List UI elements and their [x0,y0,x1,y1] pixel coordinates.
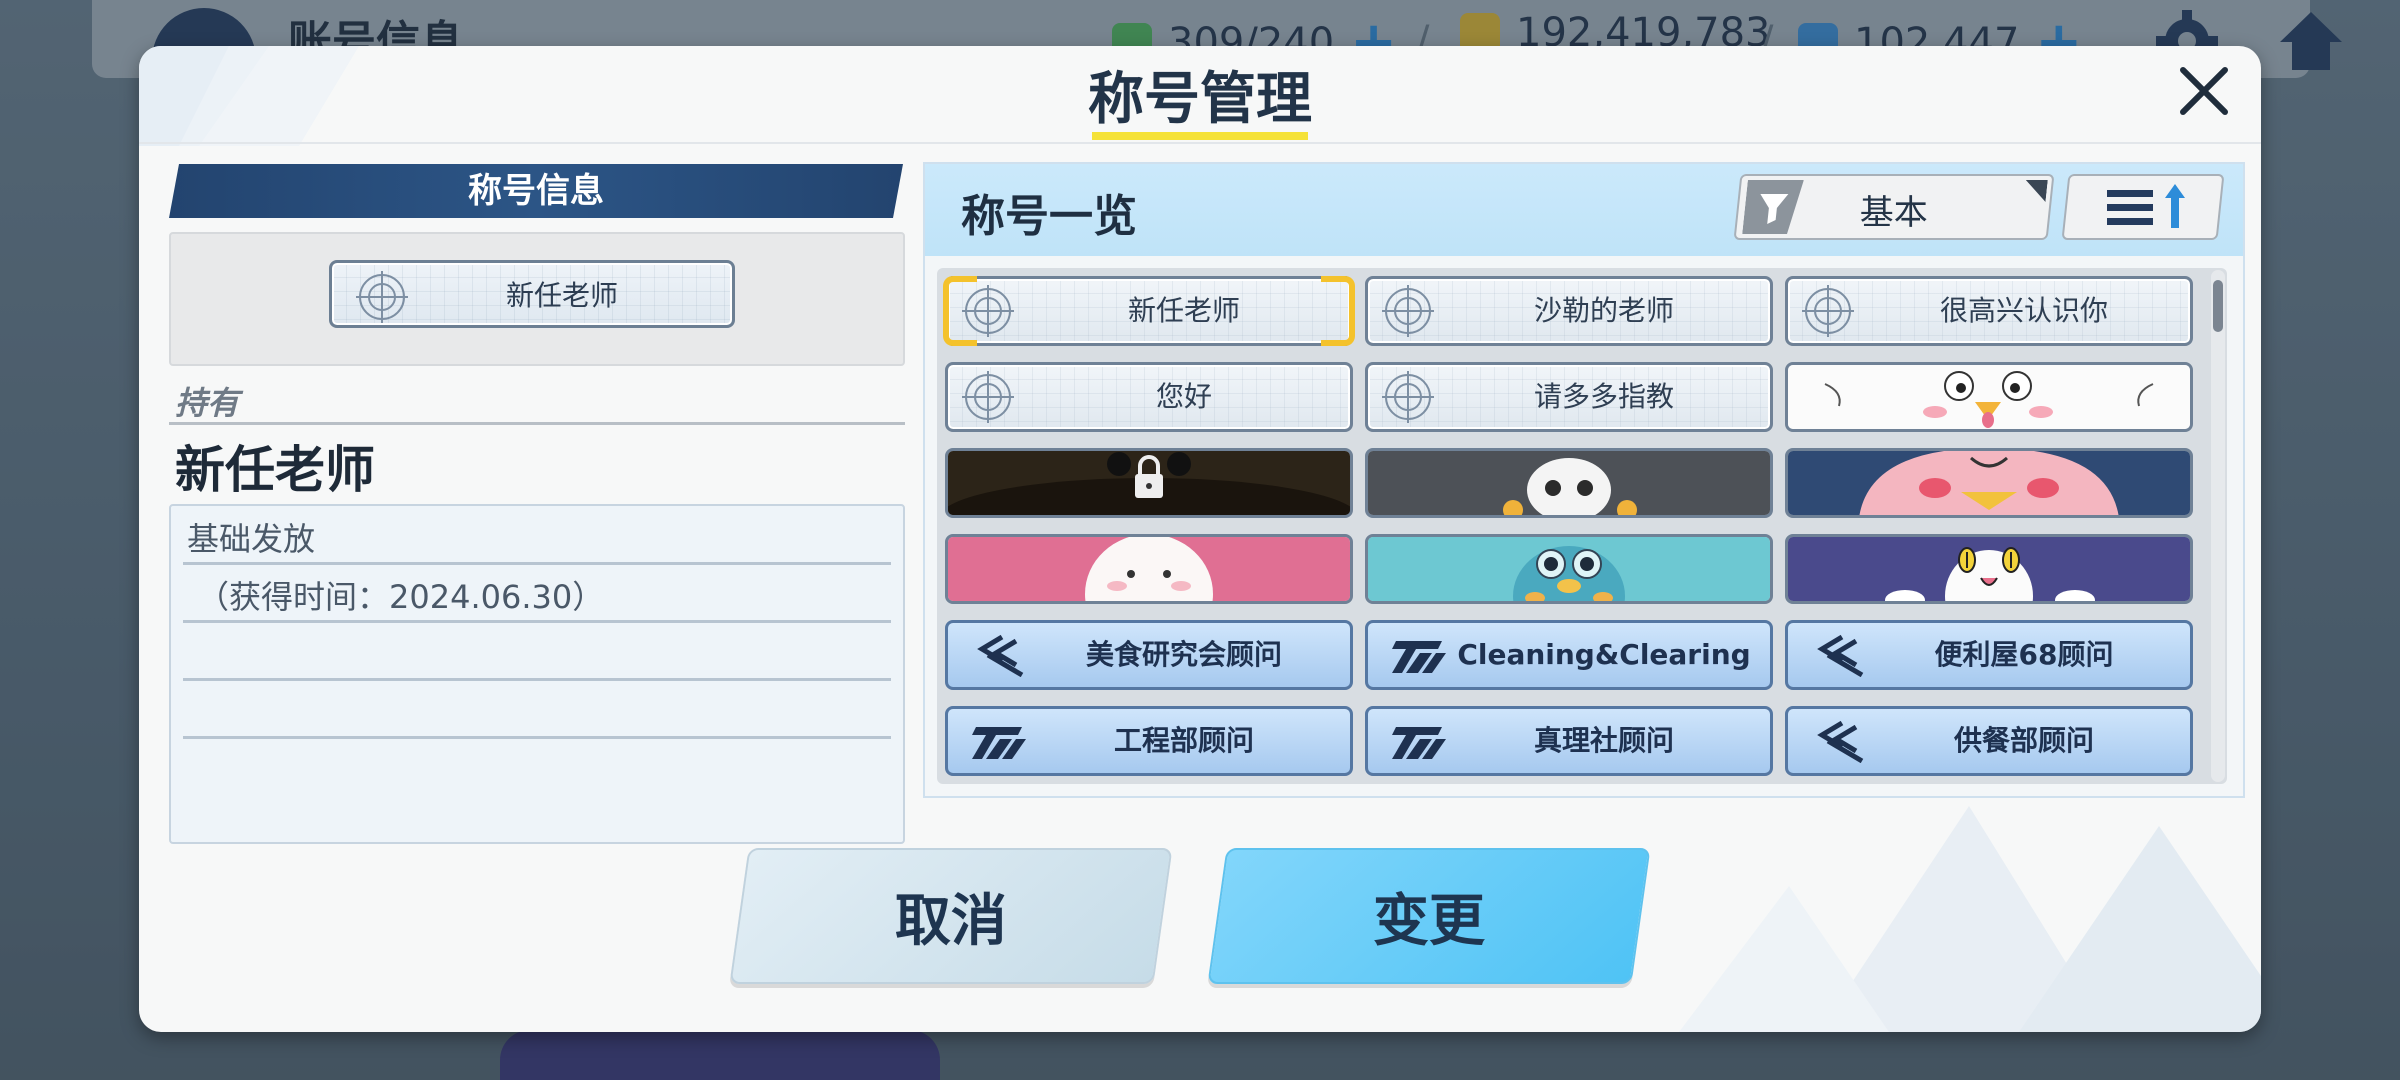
owned-title-name: 新任老师 [175,441,375,499]
locked-dark-art [948,451,1350,515]
sort-button[interactable] [2061,174,2225,240]
title-cell[interactable]: 新任老师 [945,276,1353,346]
target-emblem-icon [1382,371,1434,423]
title-cell[interactable] [1365,534,1773,604]
title-preview-box: 新任老师 [169,232,905,366]
change-button[interactable]: 变更 [1207,848,1651,984]
title-cell-label: Cleaning&Clearing 顾问 [1457,638,1751,671]
title-grid: 新任老师 沙勒的老师 很高兴认识你您好 请多多指教美食研究会顾问 Cleaning&Cl… [937,268,2227,784]
title-cell[interactable]: 便利屋68顾问 [1785,620,2193,690]
title-cell[interactable]: 很高兴认识你 [1785,276,2193,346]
club-arrows-logo-icon [1817,634,1864,677]
filter-button[interactable]: 基本 [1733,174,2055,240]
divider [183,562,891,565]
club-slash-logo-icon [972,727,1026,759]
purple-cat-art [1788,537,2190,601]
scroll-thumb[interactable] [2213,280,2223,332]
title-source: 基础发放 [187,520,316,558]
title-cell[interactable] [945,534,1353,604]
title-cell[interactable] [945,448,1353,518]
title-cell-label: 很高兴认识你 [1939,294,2108,327]
cancel-button[interactable]: 取消 [729,848,1173,984]
title-cell[interactable]: Cleaning&Clearing 顾问 [1365,620,1773,690]
target-emblem-icon [356,271,408,323]
title-underline [1092,132,1308,140]
title-cell[interactable]: 工程部顾问 [945,706,1353,776]
white-bunny-art [948,537,1350,601]
title-cell-label: 沙勒的老师 [1533,294,1674,327]
scrollbar[interactable] [2211,270,2225,782]
title-cell[interactable] [1785,534,2193,604]
sort-ascending-icon [2107,184,2185,228]
pink-penguin-art [1788,451,2190,515]
club-arrows-logo-icon [1817,720,1864,763]
title-cell[interactable] [1785,448,2193,518]
dialog-title: 称号管理 [1088,67,1312,132]
title-cell-label: 美食研究会顾问 [1085,638,1282,671]
filter-label: 基本 [1859,193,1928,233]
cancel-label: 取消 [895,888,1007,954]
title-list-header: 称号一览 基本 [925,164,2243,256]
owned-label: 持有 [175,384,240,422]
selection-bracket-left [943,276,977,346]
title-list-panel: 称号一览 基本 新任老师 沙勒的老师 很高兴认识你您好 请多多指教美食研究会顾问 Cle… [923,162,2245,798]
title-cell-label: 新任老师 [1127,294,1240,327]
title-cell[interactable]: 您好 [945,362,1353,432]
dialog-header: 称号管理 [139,46,2261,144]
title-cell-label: 供餐部顾问 [1953,724,2094,757]
title-cell[interactable] [1785,362,2193,432]
obtained-time: （获得时间：2024.06.30） [197,578,605,616]
title-management-dialog: 称号管理 称号信息 新任老师 持有 新任老师 基础发放 （获得时间：2024.0… [139,46,2261,1032]
title-cell-label: 工程部顾问 [1113,724,1254,757]
title-cell[interactable] [1365,448,1773,518]
divider [183,678,891,681]
title-cell-label: 您好 [1155,380,1212,413]
skull-gray-art [1368,451,1770,515]
target-emblem-icon [962,371,1014,423]
divider [169,422,905,425]
club-arrows-logo-icon [977,634,1024,677]
divider [183,736,891,739]
selection-bracket-right [1321,276,1355,346]
title-cell[interactable]: 真理社顾问 [1365,706,1773,776]
title-cell-label: 真理社顾问 [1533,724,1674,757]
close-icon[interactable] [2173,60,2235,122]
divider [183,620,891,623]
title-cell[interactable]: 供餐部顾问 [1785,706,2193,776]
title-cell[interactable]: 沙勒的老师 [1365,276,1773,346]
target-emblem-icon [1382,285,1434,337]
title-detail-box: 基础发放 （获得时间：2024.06.30） [169,504,905,844]
club-slash-logo-icon [1392,641,1446,673]
club-slash-logo-icon [1392,727,1446,759]
title-list-heading: 称号一览 [961,191,1137,242]
bird-face-art [1788,365,2190,429]
current-title-label: 新任老师 [505,279,618,312]
current-title-chip: 新任老师 [329,260,735,328]
teal-owl-art [1368,537,1770,601]
target-emblem-icon [1802,285,1854,337]
title-info-header: 称号信息 [169,164,903,218]
title-cell-label: 便利屋68顾问 [1934,638,2114,671]
title-cell-label: 请多多指教 [1533,380,1674,413]
change-label: 变更 [1373,888,1485,954]
title-cell[interactable]: 请多多指教 [1365,362,1773,432]
title-cell[interactable]: 美食研究会顾问 [945,620,1353,690]
